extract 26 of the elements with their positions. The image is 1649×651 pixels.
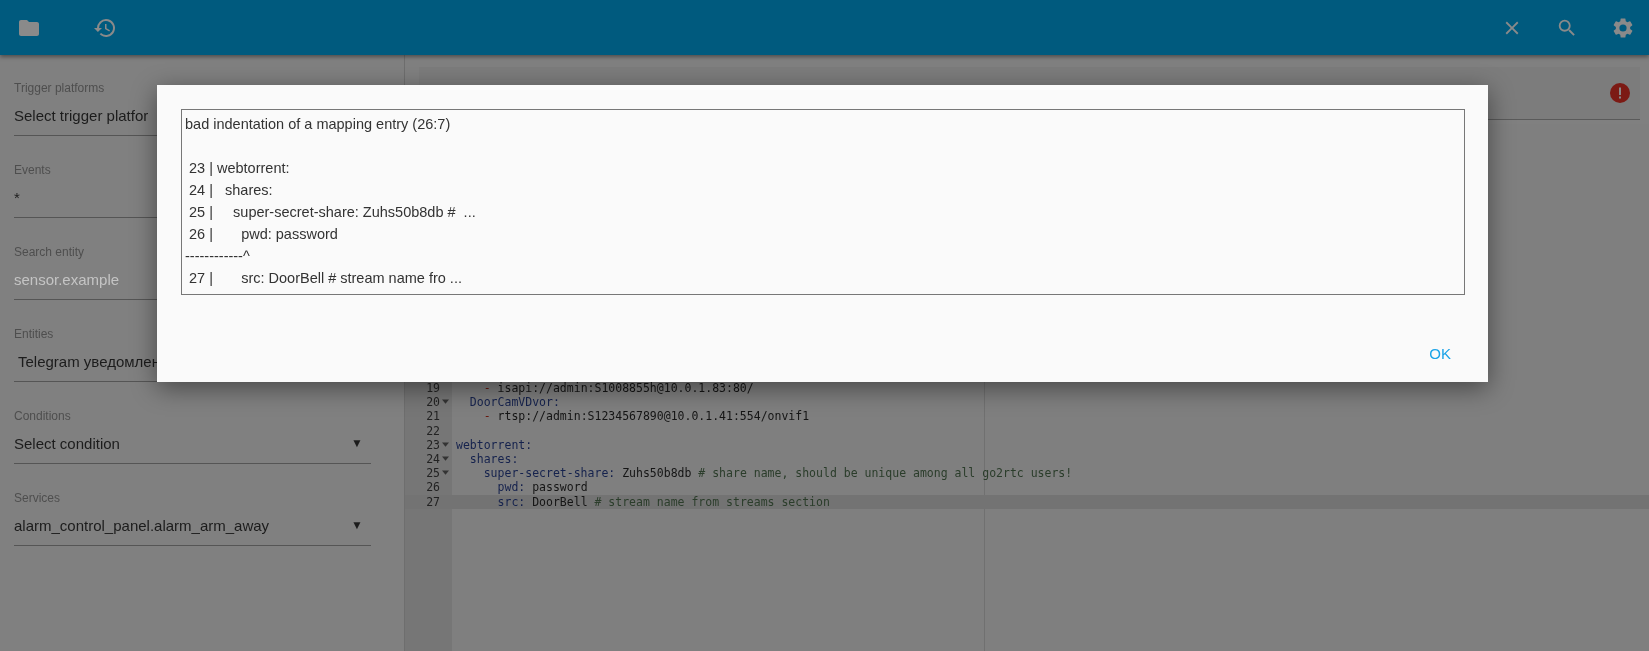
code-line: - isapi://admin:S1008855h@10.0.1.83:80/: [482, 381, 754, 396]
select-field[interactable]: alarm_control_panel.alarm_arm_away ▼: [14, 505, 371, 546]
line-number: 25: [426, 466, 440, 481]
line-number: 26: [426, 480, 440, 495]
fold-arrow-icon[interactable]: [442, 441, 449, 448]
fold-arrow-icon[interactable]: [442, 456, 449, 463]
line-number: 21: [426, 409, 440, 424]
code-line: DoorCamVDvor:: [468, 395, 560, 410]
code-line: shares:: [468, 451, 519, 467]
fold-arrow-icon[interactable]: [442, 399, 449, 406]
line-number: 22: [426, 423, 440, 438]
code-line: super-secret-share: Zuhs50b8db # share name, should be unique among all go2rtc users!: [482, 466, 1073, 481]
error-message: bad indentation of a mapping entry (26:7) 23 | webtorrent: 24 | shares: 25 | super-secret-share: Zuhs50b8db # ... 26 | pwd: password ------------^ 27 | src: DoorBell # stream name fro ...: [185, 115, 477, 288]
ok-button[interactable]: OK: [1415, 337, 1465, 370]
line-number: 19: [426, 381, 440, 396]
code-line: - rtsp://admin:S1234567890@10.0.1.41:554/onvif1: [482, 409, 810, 424]
settings-icon[interactable]: [1611, 15, 1635, 40]
code-line: src: DoorBell # stream name from streams section: [496, 494, 830, 509]
code-line: webtorrent:: [455, 437, 533, 452]
line-number: 20: [426, 395, 440, 410]
line-number: 24: [426, 451, 440, 467]
line-number: 27: [426, 494, 440, 509]
fold-arrow-icon[interactable]: [442, 470, 449, 477]
code-line: pwd: password: [496, 480, 588, 495]
select-field[interactable]: Select condition ▼: [14, 423, 371, 464]
line-number: 23: [426, 437, 440, 452]
